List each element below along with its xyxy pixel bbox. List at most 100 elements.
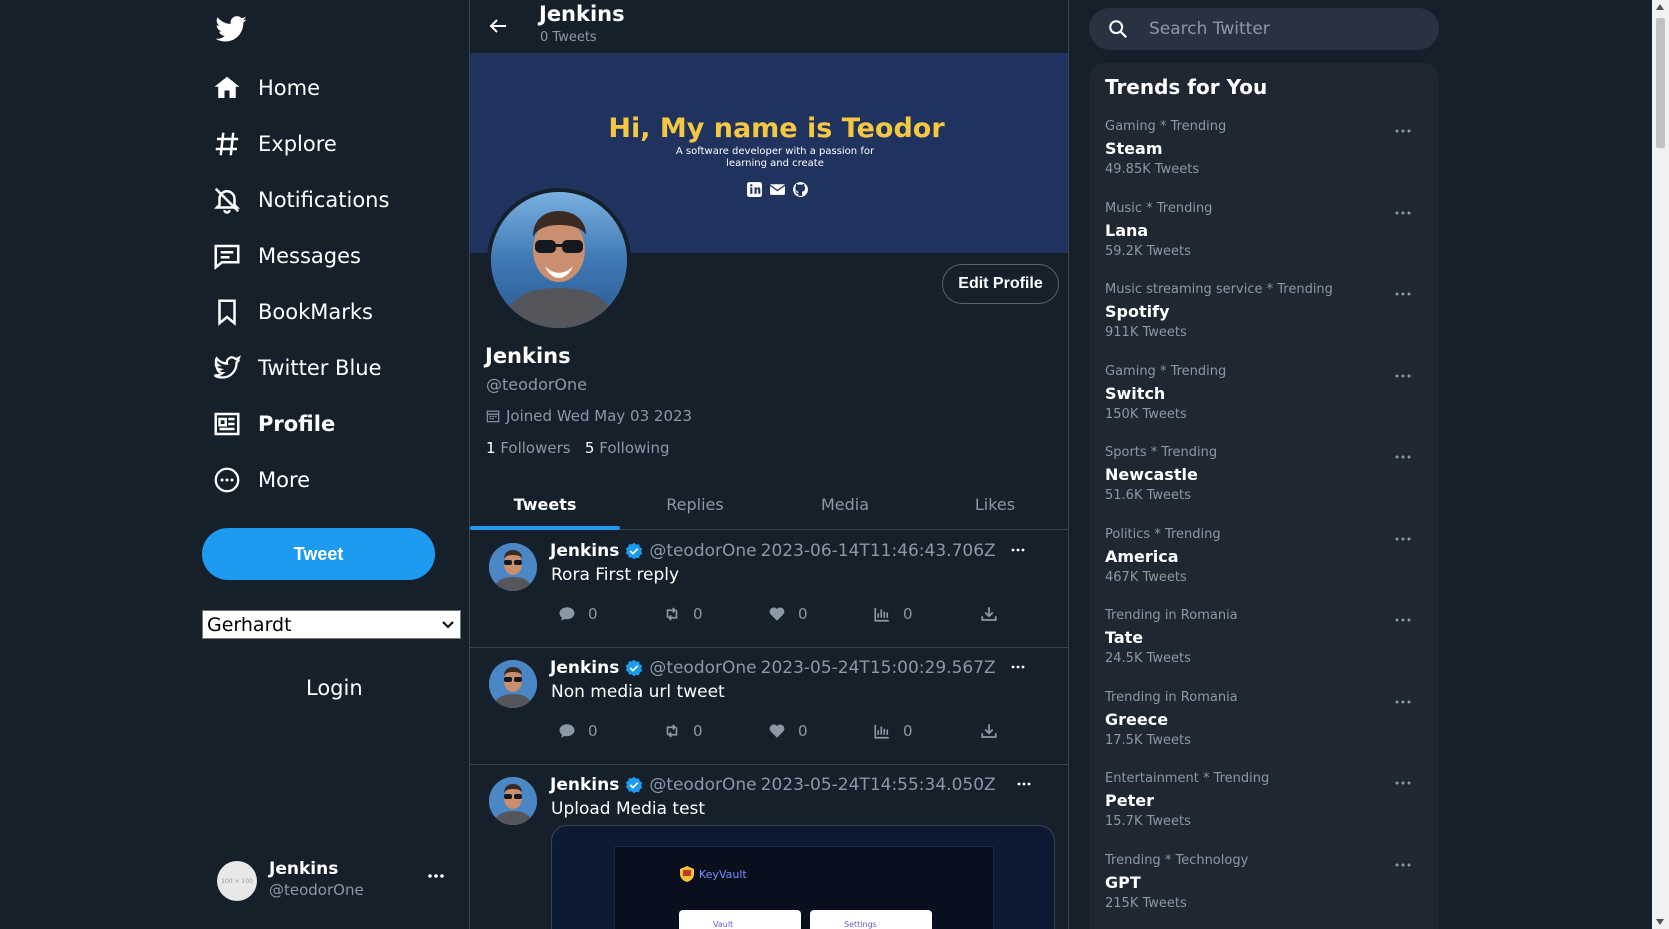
nav-more[interactable]: More bbox=[212, 458, 310, 502]
nav-home[interactable]: Home bbox=[212, 66, 320, 110]
nav-messages[interactable]: Messages bbox=[212, 234, 361, 278]
reply-action[interactable]: 0 bbox=[558, 605, 598, 623]
following-link[interactable]: 5 Following bbox=[585, 439, 670, 457]
trend-item[interactable]: Music * Trending Lana 59.2K Tweets bbox=[1089, 201, 1439, 281]
trend-name: Newcastle bbox=[1105, 465, 1198, 484]
like-count: 0 bbox=[798, 605, 808, 623]
tweet-more-icon[interactable] bbox=[1017, 777, 1031, 791]
comment-icon bbox=[559, 607, 575, 621]
trend-item[interactable]: Entertainment * Trending Peter 15.7K Tweet… bbox=[1089, 771, 1439, 851]
trend-more-icon[interactable] bbox=[1395, 286, 1411, 302]
followers-label: Followers bbox=[500, 439, 571, 457]
trend-item[interactable]: Trending * Technology GPT 215K Tweets bbox=[1089, 853, 1439, 929]
back-arrow-icon[interactable] bbox=[486, 14, 510, 38]
verified-badge-icon bbox=[626, 542, 643, 560]
like-action[interactable]: 0 bbox=[768, 722, 808, 740]
trend-item[interactable]: Trending in Romania Tate 24.5K Tweets bbox=[1089, 608, 1439, 688]
trend-name: Switch bbox=[1105, 383, 1166, 403]
twitter-logo-icon[interactable] bbox=[214, 12, 248, 46]
tweet-item[interactable]: Jenkins @teodorOne 2023-05-24T14:55:34.0… bbox=[470, 765, 1068, 929]
tweet-author-name[interactable]: Jenkins bbox=[550, 658, 619, 678]
share-action[interactable] bbox=[980, 722, 1010, 740]
retweet-action[interactable]: 0 bbox=[663, 605, 703, 623]
tweet-author-handle: @teodorOne bbox=[649, 775, 757, 795]
tab-replies[interactable]: Replies bbox=[620, 480, 770, 529]
hashtag-icon bbox=[215, 132, 239, 156]
bookmark-icon bbox=[218, 299, 236, 326]
nav-explore[interactable]: Explore bbox=[212, 122, 337, 166]
account-switcher[interactable]: 100 × 100 Jenkins @teodorOne bbox=[217, 857, 457, 907]
trend-item[interactable]: Trending in Romania Greece 17.5K Tweets bbox=[1089, 690, 1439, 770]
reply-action[interactable]: 0 bbox=[558, 722, 598, 740]
views-action[interactable]: 0 bbox=[873, 605, 913, 623]
trend-item[interactable]: Sports * Trending Newcastle 51.6K Tweets bbox=[1089, 445, 1439, 525]
trend-more-icon[interactable] bbox=[1395, 775, 1411, 791]
nav-more-label: More bbox=[258, 468, 311, 492]
trend-count: 24.5K Tweets bbox=[1105, 651, 1191, 666]
page-scrollbar[interactable] bbox=[1652, 0, 1669, 929]
trend-item[interactable]: Gaming * Trending Steam 49.85K Tweets bbox=[1089, 119, 1439, 199]
trend-more-icon[interactable] bbox=[1395, 612, 1411, 628]
tab-likes[interactable]: Likes bbox=[920, 480, 1068, 529]
views-action[interactable]: 0 bbox=[873, 722, 913, 740]
user-select[interactable]: Gerhardt bbox=[202, 610, 461, 639]
tweet-more-icon[interactable] bbox=[1011, 660, 1025, 674]
like-action[interactable]: 0 bbox=[768, 605, 808, 623]
tweet-button[interactable]: Tweet bbox=[202, 528, 435, 580]
share-action[interactable] bbox=[980, 605, 1010, 623]
media-card-vault: Vault bbox=[679, 910, 801, 929]
trend-name: Lana bbox=[1105, 220, 1149, 240]
search-input[interactable] bbox=[1149, 19, 1399, 39]
tweet-author-name[interactable]: Jenkins bbox=[550, 541, 619, 561]
trend-more-icon[interactable] bbox=[1395, 531, 1411, 547]
edit-profile-button[interactable]: Edit Profile bbox=[942, 264, 1059, 304]
following-label: Following bbox=[599, 439, 670, 457]
nav-notifications[interactable]: Notifications bbox=[212, 178, 389, 222]
trend-item[interactable]: Music streaming service * Trending Spotif… bbox=[1089, 282, 1439, 362]
tweet-avatar[interactable] bbox=[489, 543, 537, 591]
scroll-down-arrow-icon[interactable] bbox=[1656, 919, 1664, 925]
trend-more-icon[interactable] bbox=[1395, 857, 1411, 873]
reply-count: 0 bbox=[588, 722, 598, 740]
tweet-author-handle: @teodorOne bbox=[649, 658, 757, 678]
tweet-author-name[interactable]: Jenkins bbox=[550, 775, 619, 795]
nav-profile[interactable]: Profile bbox=[212, 402, 335, 446]
banner-subtitle: A software developer with a passion for … bbox=[675, 146, 875, 169]
trend-more-icon[interactable] bbox=[1395, 694, 1411, 710]
trend-item[interactable]: Gaming * Trending Switch 150K Tweets bbox=[1089, 364, 1439, 444]
mail-icon bbox=[769, 184, 786, 195]
profile-card-icon bbox=[214, 412, 240, 436]
nav-twitter-blue[interactable]: Twitter Blue bbox=[212, 346, 382, 390]
followers-link[interactable]: 1 Followers bbox=[486, 439, 571, 457]
views-count: 0 bbox=[903, 722, 913, 740]
search-box[interactable] bbox=[1089, 8, 1439, 50]
home-icon bbox=[214, 76, 240, 98]
trend-category: Trending * Technology bbox=[1105, 852, 1249, 868]
tweet-avatar[interactable] bbox=[489, 660, 537, 708]
trend-category: Entertainment * Trending bbox=[1105, 771, 1270, 786]
tweet-media-image[interactable]: KeyVault Vault Settings bbox=[551, 825, 1055, 929]
nav-twitter-blue-label: Twitter Blue bbox=[258, 356, 382, 380]
trend-more-icon[interactable] bbox=[1395, 205, 1411, 221]
tweet-more-icon[interactable] bbox=[1011, 543, 1025, 557]
tweet-avatar[interactable] bbox=[489, 777, 537, 825]
tab-tweets[interactable]: Tweets bbox=[470, 480, 620, 530]
trend-more-icon[interactable] bbox=[1395, 123, 1411, 139]
trend-more-icon[interactable] bbox=[1395, 368, 1411, 384]
banner-social-icons bbox=[746, 181, 809, 198]
tweet-item[interactable]: Jenkins @teodorOne 2023-05-24T15:00:29.5… bbox=[470, 648, 1068, 765]
trend-item[interactable]: Politics * Trending America 467K Tweets bbox=[1089, 527, 1439, 607]
login-link[interactable]: Login bbox=[306, 676, 363, 700]
nav-bookmarks[interactable]: BookMarks bbox=[212, 290, 373, 334]
tab-media[interactable]: Media bbox=[770, 480, 920, 529]
tweet-item[interactable]: Jenkins @teodorOne 2023-06-14T11:46:43.7… bbox=[470, 531, 1068, 648]
heart-icon bbox=[769, 607, 785, 621]
trend-more-icon[interactable] bbox=[1395, 449, 1411, 465]
trend-count: 911K Tweets bbox=[1105, 325, 1187, 340]
tweet-actions: 0 0 0 0 bbox=[558, 722, 1018, 744]
more-dots-icon[interactable] bbox=[427, 867, 445, 885]
retweet-action[interactable]: 0 bbox=[663, 722, 703, 740]
reply-count: 0 bbox=[588, 605, 598, 623]
scroll-thumb[interactable] bbox=[1656, 18, 1665, 148]
scroll-up-arrow-icon[interactable] bbox=[1656, 4, 1664, 10]
